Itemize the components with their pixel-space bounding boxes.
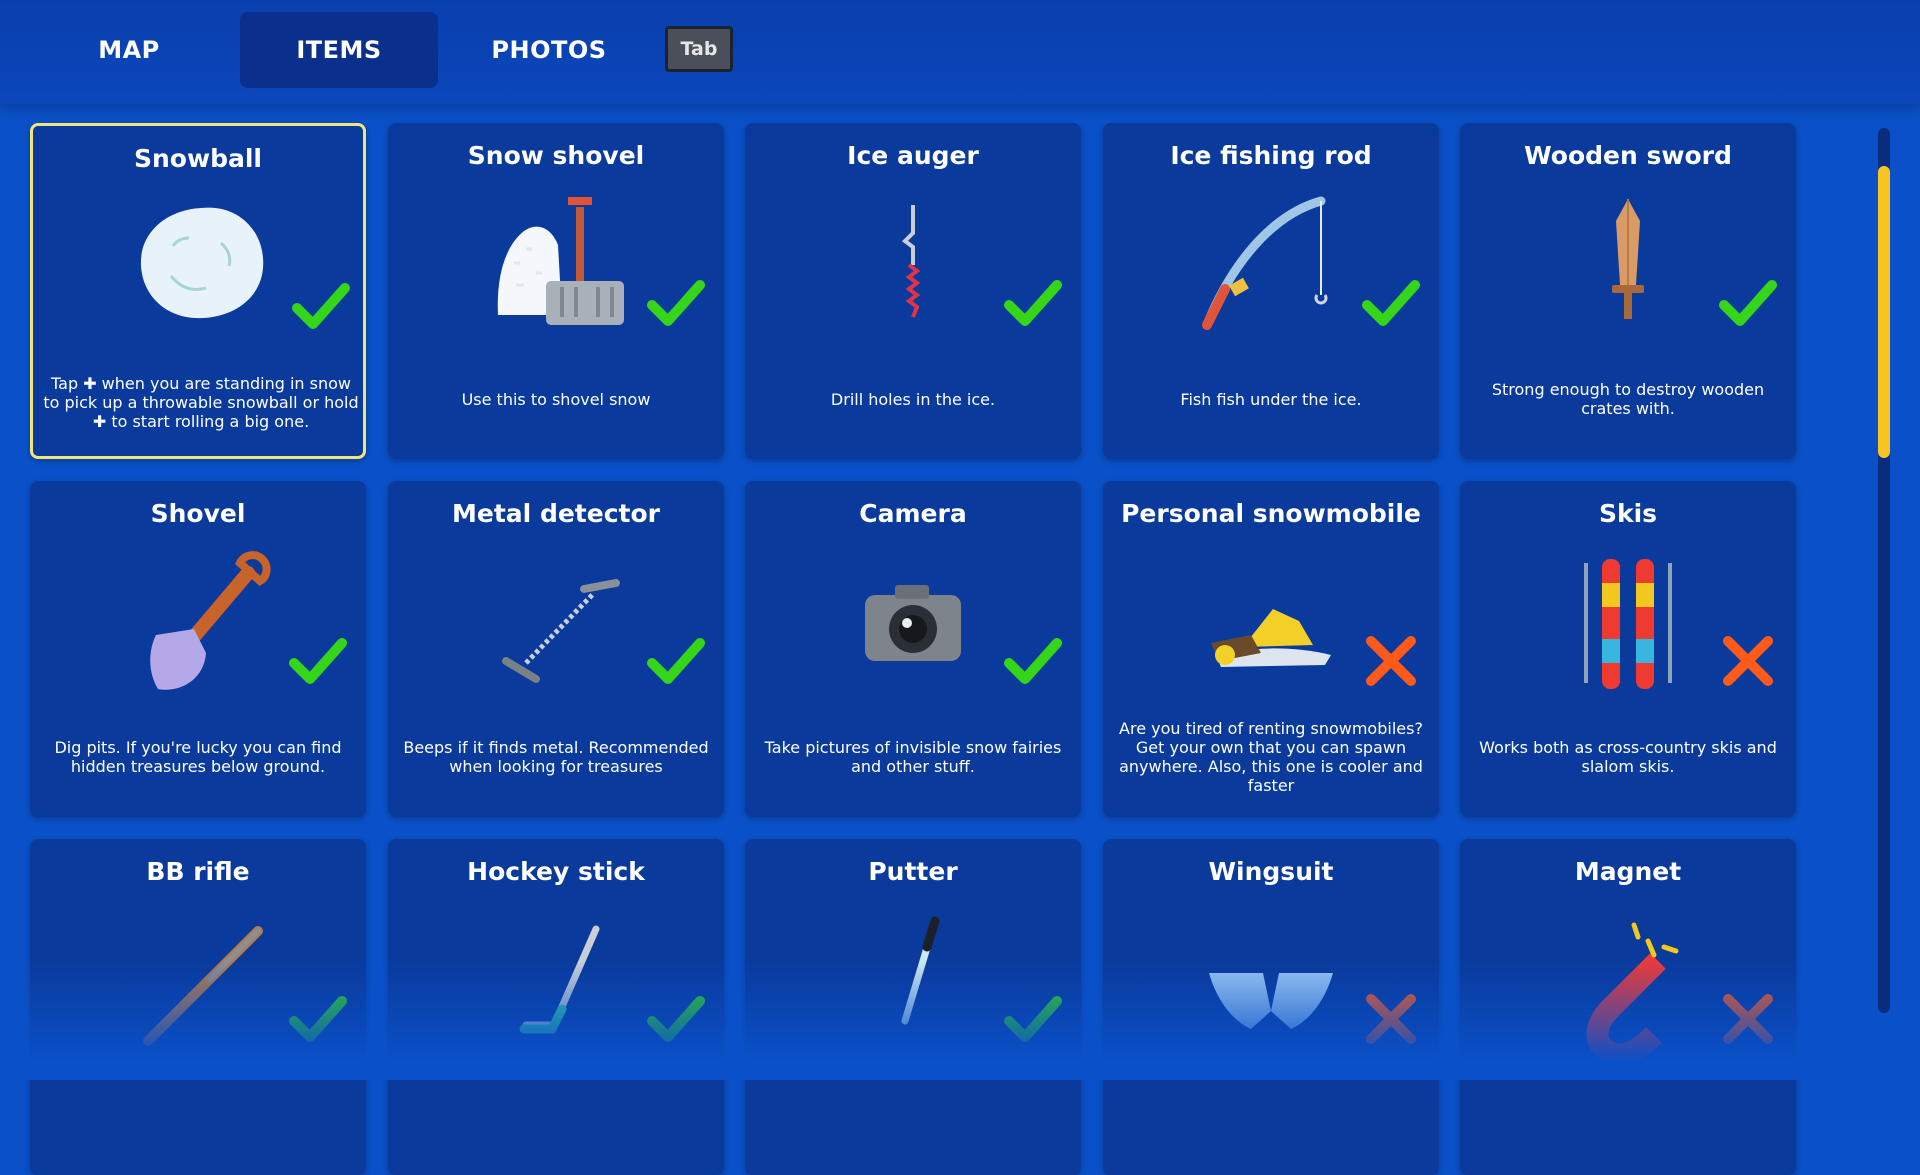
item-description: Use this to shovel snow (461, 389, 651, 409)
owned-check-icon (289, 996, 347, 1042)
magnet-icon (1586, 922, 1679, 1061)
scrollbar[interactable] (1878, 128, 1890, 1013)
hockey-stick-icon (519, 925, 600, 1034)
scrollbar-thumb[interactable] (1878, 166, 1890, 458)
sword-icon (1612, 199, 1644, 319)
tab-map[interactable]: MAP (30, 12, 228, 88)
item-title: Ice auger (847, 141, 979, 170)
item-title: Snowball (134, 144, 262, 173)
item-card-snow-shovel[interactable]: Snow shovel Use this to shovel snow (388, 123, 724, 459)
item-card-wingsuit[interactable]: Wingsuit (1103, 839, 1439, 1175)
item-card-snowball[interactable]: Snowball Tap ✚ when you are standing in … (30, 123, 366, 459)
owned-check-icon (647, 280, 705, 326)
owned-check-icon (1362, 280, 1420, 326)
item-title: Wingsuit (1208, 857, 1334, 886)
item-description: Take pictures of invisible snow fairies … (764, 738, 1062, 776)
owned-check-icon (1004, 996, 1062, 1042)
item-card-hockey-stick[interactable]: Hockey stick (388, 839, 724, 1175)
item-description: Tap ✚ when you are standing in snow to p… (43, 373, 359, 431)
item-card-shovel[interactable]: Shovel Dig pits. If you're lucky you can… (30, 481, 366, 817)
item-description: Fish fish under the ice. (1180, 389, 1362, 409)
snow-shovel-icon (497, 197, 624, 325)
item-title: Ice fishing rod (1170, 141, 1372, 170)
item-card-bb-rifle[interactable]: BB rifle (30, 839, 366, 1175)
item-description: Beeps if it finds metal. Recommended whe… (403, 738, 709, 776)
tab-key-hint: Tab (665, 26, 733, 72)
not-owned-x-icon (1366, 994, 1416, 1044)
rifle-icon (143, 926, 263, 1046)
item-title: Wooden sword (1524, 141, 1732, 170)
item-title: Camera (859, 499, 967, 528)
owned-check-icon (647, 638, 705, 684)
not-owned-x-icon (1723, 636, 1773, 686)
owned-check-icon (1004, 280, 1062, 326)
fishing-rod-icon (1202, 196, 1328, 330)
item-title: BB rifle (146, 857, 250, 886)
owned-check-icon (647, 996, 705, 1042)
snowball-icon (140, 207, 264, 319)
not-owned-x-icon (1366, 636, 1416, 686)
owned-check-icon (1004, 638, 1062, 684)
item-card-magnet[interactable]: Magnet (1460, 839, 1796, 1175)
item-description: Dig pits. If you're lucky you can find h… (54, 738, 342, 776)
not-owned-x-icon (1723, 994, 1773, 1044)
shovel-icon (150, 551, 271, 690)
item-title: Shovel (150, 499, 246, 528)
owned-check-icon (292, 283, 350, 329)
item-title: Magnet (1574, 857, 1682, 886)
owned-check-icon (1719, 280, 1777, 326)
item-description: Drill holes in the ice. (830, 389, 996, 409)
item-card-metal-detector[interactable]: Metal detector Beeps if it finds metal. … (388, 481, 724, 817)
item-card-ice-fishing-rod[interactable]: Ice fishing rod Fish fish under the ice. (1103, 123, 1439, 459)
tab-items[interactable]: ITEMS (240, 12, 438, 88)
item-title: Skis (1598, 499, 1658, 528)
item-card-camera[interactable]: Camera Take pictures of invisible snow f… (745, 481, 1081, 817)
item-title: Personal snowmobile (1121, 499, 1421, 528)
camera-icon (865, 585, 961, 661)
metal-detector-icon (502, 579, 620, 683)
item-title: Hockey stick (467, 857, 645, 886)
item-description: Works both as cross-country skis and sla… (1479, 738, 1777, 776)
item-title: Snow shovel (467, 141, 645, 170)
item-card-personal-snowmobile[interactable]: Personal snowmobile Are you tired of ren… (1103, 481, 1439, 817)
putter-icon (901, 916, 940, 1025)
item-card-wooden-sword[interactable]: Wooden sword Strong enough to destroy wo… (1460, 123, 1796, 459)
skis-icon (1584, 559, 1672, 689)
item-description: Strong enough to destroy wooden crates w… (1491, 380, 1765, 418)
item-card-ice-auger[interactable]: Ice auger Drill holes in the ice. (745, 123, 1081, 459)
owned-check-icon (289, 638, 347, 684)
item-title: Metal detector (452, 499, 660, 528)
item-card-skis[interactable]: Skis Works both as cross-country skis an… (1460, 481, 1796, 817)
item-title: Putter (868, 857, 958, 886)
top-tab-bar: MAP ITEMS PHOTOS Tab (0, 0, 1920, 104)
tab-photos[interactable]: PHOTOS (450, 12, 648, 88)
item-card-putter[interactable]: Putter (745, 839, 1081, 1175)
ice-auger-icon (901, 205, 921, 318)
wingsuit-icon (1209, 973, 1333, 1029)
snowmobile-icon (1211, 609, 1331, 667)
item-description: Are you tired of renting snowmobiles? Ge… (1119, 719, 1423, 795)
